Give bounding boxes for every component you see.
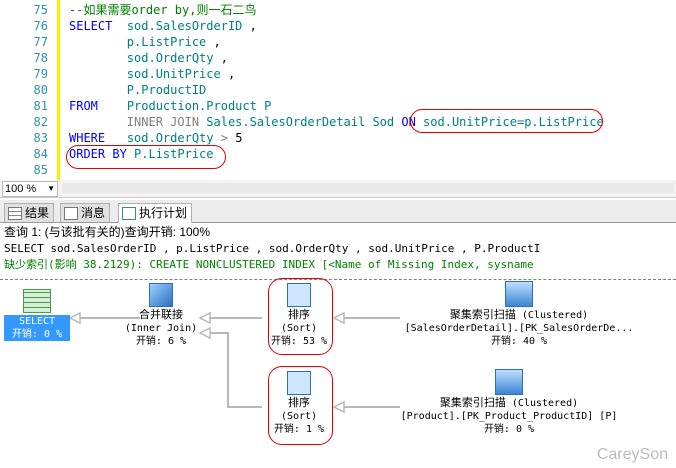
execution-plan-icon (122, 207, 136, 220)
watermark: CareySon (596, 446, 668, 463)
code-text: sod.OrderQty , (69, 50, 228, 66)
code-line[interactable]: 76 SELECT sod.SalesOrderID , (0, 18, 676, 34)
plan-node-clustered-scan-1[interactable]: 聚集索引扫描 (Clustered) [SalesOrderDetail].[P… (394, 281, 644, 348)
code-text: sod.UnitPrice , (69, 66, 235, 82)
code-token: --如果需要order by,则一石二鸟 (69, 3, 257, 17)
merge-join-sub: (Inner Join) (124, 323, 198, 334)
scan2-name: 聚集索引扫描 (439, 397, 506, 409)
line-number: 76 (33, 19, 48, 33)
tab-messages[interactable]: 消息 (60, 203, 111, 222)
code-token: sod.OrderQty (126, 51, 214, 65)
scan2-cost: 开销: 0 % (483, 424, 535, 435)
line-number: 75 (33, 3, 48, 17)
line-number: 78 (33, 51, 48, 65)
plan-node-clustered-scan-2[interactable]: 聚集索引扫描 (Clustered) [Product].[PK_Product… (384, 369, 634, 436)
scan2-detail: [Product].[PK_Product_ProductID] [P] (400, 411, 618, 422)
zoom-value: 100 % (5, 183, 37, 195)
code-line[interactable]: 78 sod.OrderQty , (0, 50, 676, 66)
code-token: sod.SalesOrderID (126, 19, 243, 33)
line-number: 81 (33, 99, 48, 113)
code-token: , (206, 35, 221, 49)
annotation-oval-orderby (66, 145, 226, 169)
code-token: WHERE (69, 131, 106, 145)
select-label: SELECT (4, 315, 70, 328)
tab-execution-plan-label: 执行计划 (139, 206, 188, 220)
code-token: p.ListPrice (126, 35, 207, 49)
chevron-down-icon[interactable]: ▼ (47, 182, 55, 196)
scan1-detail: [SalesOrderDetail].[PK_SalesOrderDe... (404, 323, 634, 334)
scan1-name: 聚集索引扫描 (449, 309, 516, 321)
code-token: INNER JOIN (126, 115, 200, 129)
editor-status-bar: 100 % ▼ (0, 180, 676, 198)
scan2-sub: (Clustered) (511, 398, 579, 409)
clustered-index-scan-icon (505, 281, 533, 307)
tab-results-label: 结果 (25, 206, 50, 220)
results-grid-icon (8, 207, 22, 220)
code-line[interactable]: 80 P.ProductID (0, 82, 676, 98)
code-token: SELECT (69, 19, 113, 33)
clustered-index-scan-icon (495, 369, 523, 395)
tab-results[interactable]: 结果 (4, 203, 55, 222)
line-number: 77 (33, 35, 48, 49)
scan1-sub: (Clustered) (521, 310, 589, 321)
line-number: 83 (33, 131, 48, 145)
code-token: > (220, 131, 228, 145)
annotation-oval-sort1 (268, 278, 333, 355)
select-cost: 开销: 0 % (4, 328, 70, 341)
merge-join-icon (149, 283, 173, 307)
select-icon (23, 289, 51, 313)
line-number: 84 (33, 147, 48, 161)
results-tabs: 结果 消息 执行计划 (0, 200, 676, 223)
code-token: , (213, 51, 228, 65)
annotation-oval-sort2 (268, 366, 333, 445)
line-number: 80 (33, 83, 48, 97)
code-token: , (242, 19, 257, 33)
line-number: 85 (33, 163, 48, 177)
code-text: FROM Production.Product P (69, 98, 271, 114)
code-text: --如果需要order by,则一石二鸟 (69, 2, 256, 18)
code-token: sod.UnitPrice (126, 67, 221, 81)
scan1-cost: 开销: 40 % (490, 336, 548, 347)
code-token: 5 (227, 131, 243, 145)
line-number: 79 (33, 67, 48, 81)
code-line[interactable]: 75 --如果需要order by,则一石二鸟 (0, 2, 676, 18)
execution-plan-pane: 查询 1: (与该批有关的)查询开销: 100% SELECT sod.Sale… (0, 223, 676, 468)
code-token: P.ProductID (126, 83, 207, 97)
line-number: 82 (33, 115, 48, 129)
merge-join-name: 合并联接 (139, 309, 183, 321)
plan-node-merge-join[interactable]: 合并联接 (Inner Join) 开销: 6 % (118, 283, 204, 348)
code-token: sod.OrderQty (126, 131, 214, 145)
merge-join-cost: 开销: 6 % (135, 336, 187, 347)
tab-execution-plan[interactable]: 执行计划 (118, 203, 193, 223)
code-token: Production.Product P (126, 99, 272, 113)
code-text: SELECT sod.SalesOrderID , (69, 18, 257, 34)
zoom-dropdown[interactable]: 100 % ▼ (2, 181, 58, 197)
code-line[interactable]: 79 sod.UnitPrice , (0, 66, 676, 82)
code-token: , (220, 67, 236, 81)
plan-node-select[interactable]: SELECT 开销: 0 % (4, 289, 70, 341)
code-token: Sales.SalesOrderDetail Sod (206, 115, 395, 129)
code-line[interactable]: 77 p.ListPrice , (0, 34, 676, 50)
annotation-oval-join (410, 109, 603, 133)
code-token: FROM (69, 99, 98, 113)
horizontal-scrollbar[interactable] (62, 183, 674, 193)
tab-messages-label: 消息 (81, 206, 106, 220)
code-text: p.ListPrice , (69, 34, 221, 50)
sql-editor[interactable]: 75 --如果需要order by,则一石二鸟 76 SELECT sod.Sales… (0, 0, 676, 181)
code-text: P.ProductID (69, 82, 206, 98)
code-text: WHERE sod.OrderQty > 5 (69, 130, 242, 146)
messages-icon (64, 207, 78, 220)
